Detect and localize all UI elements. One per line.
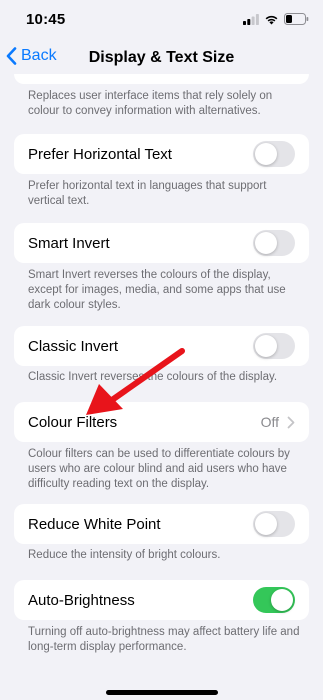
red-annotation-arrow-icon xyxy=(86,348,185,415)
home-indicator xyxy=(106,690,218,695)
